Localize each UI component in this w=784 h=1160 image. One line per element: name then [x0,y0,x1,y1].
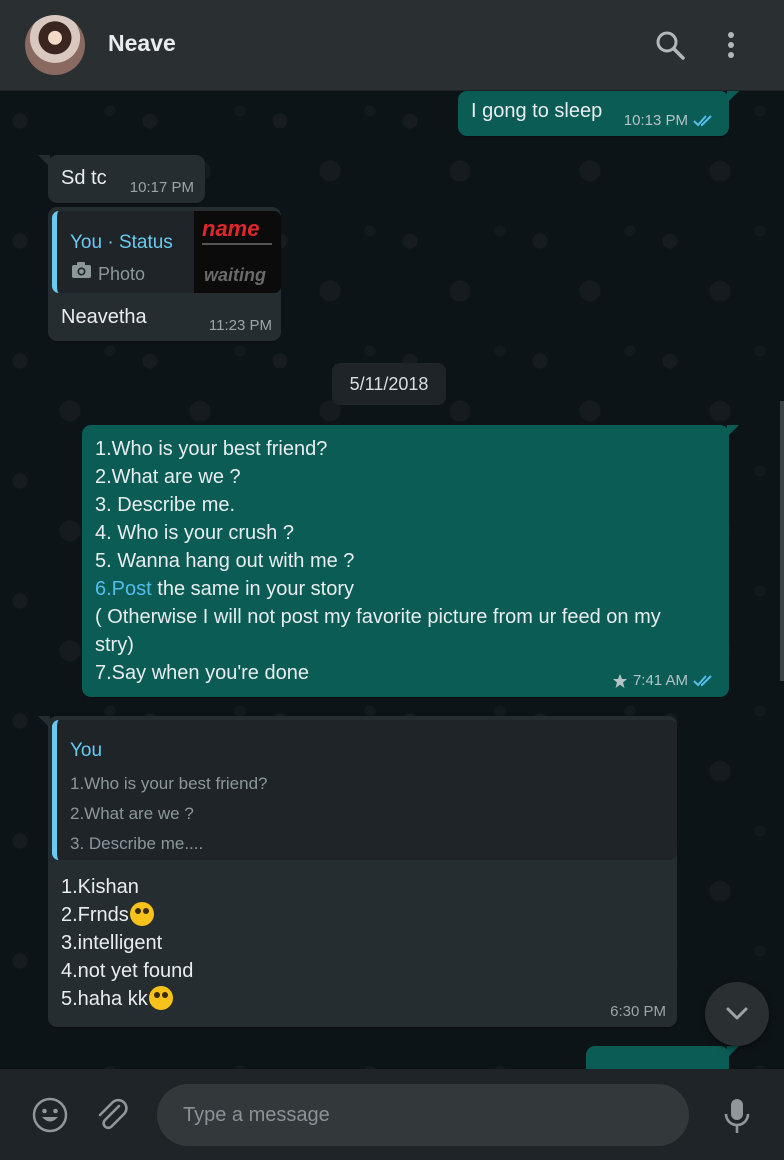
message-text: I gong to sleep [471,100,603,122]
message-composer [0,1069,784,1160]
star-struck-emoji [129,902,154,926]
quote-type: Photo [98,264,146,284]
hashtag-link[interactable]: 6.Post [95,578,152,600]
message-line: the same in your story [151,578,355,600]
thumbnail-caption: waiting [204,265,266,285]
message-incoming-status-reply[interactable]: You · Status Photo name waiting Neavetha… [48,207,281,341]
message-time: 7:41 AM [632,672,688,689]
camera-icon [72,262,91,278]
thumbnail-title: name [202,216,260,241]
quote-line: 3. Describe me.... [70,834,204,853]
message-line: 1.Who is your best friend? [95,438,328,460]
contact-name[interactable]: Neave [108,30,176,57]
message-line: 3. Describe me. [95,494,236,516]
message-time: 10:13 PM [623,112,688,129]
emoji-icon[interactable] [32,1097,68,1133]
chat-area[interactable]: I gong to sleep 10:13 PM Sd tc 10:17 PM … [0,91,784,1069]
message-text: Neavetha [61,306,147,328]
status-thumbnail: name waiting [194,211,281,293]
message-time: 6:30 PM [610,1003,666,1020]
mic-icon[interactable] [722,1097,752,1135]
quoted-message[interactable]: You 1.Who is your best friend? 2.What ar… [52,720,677,860]
message-incoming[interactable]: Sd tc 10:17 PM [38,155,205,203]
message-outgoing[interactable]: I gong to sleep 10:13 PM [458,91,739,136]
message-line: 5.haha kk [61,988,148,1010]
scrollbar[interactable] [780,401,784,681]
quote-author: You · Status [70,232,173,253]
message-line: stry) [95,634,134,656]
quote-line: 2.What are we ? [70,804,194,823]
message-line: 2.What are we ? [95,466,241,488]
message-line: 5. Wanna hang out with me ? [95,550,355,572]
menu-icon[interactable] [714,28,748,62]
quote-author: You [70,740,103,761]
message-line: 2.Frnds [61,904,129,926]
message-time: 11:23 PM [208,317,272,334]
attach-icon[interactable] [93,1096,131,1134]
message-text: Sd tc [61,167,107,189]
message-line: 3.intelligent [61,932,163,954]
message-line: 4.not yet found [61,960,194,982]
message-incoming-reply[interactable]: You 1.Who is your best friend? 2.What ar… [38,716,677,1027]
message-outgoing[interactable] [586,1046,739,1069]
quoted-status[interactable]: You · Status Photo name waiting [52,211,281,293]
message-body: 1.Who is your best friend? 2.What are we… [95,435,715,687]
double-tick-icon [693,115,712,127]
contact-avatar[interactable] [25,15,85,75]
message-line: 1.Kishan [61,876,139,898]
search-icon[interactable] [653,28,687,62]
laughing-emoji [148,986,173,1010]
message-line: ( Otherwise I will not post my favorite … [95,606,661,628]
message-body: 1.Kishan 2.Frnds 3.intelligent 4.not yet… [61,873,193,1013]
double-tick-icon [693,675,712,687]
message-input[interactable] [157,1084,689,1146]
message-line: 4. Who is your crush ? [95,522,294,544]
quote-line: 1.Who is your best friend? [70,774,268,793]
scroll-to-bottom-button[interactable] [705,982,769,1046]
message-outgoing[interactable]: 1.Who is your best friend? 2.What are we… [82,425,739,697]
star-icon [612,674,627,688]
chevron-down-icon [726,1007,748,1020]
message-time: 10:17 PM [129,179,194,196]
chat-header: Neave [0,0,784,91]
date-separator: 5/11/2018 [332,363,446,405]
